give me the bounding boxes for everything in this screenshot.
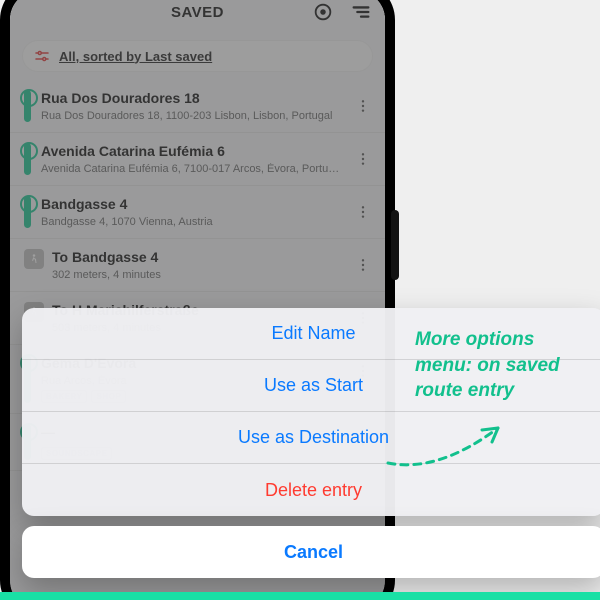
canvas: SAVED All, sorted by Last saved Rua Do <box>0 0 600 600</box>
footer-accent <box>0 592 600 600</box>
sheet-option[interactable]: Use as Destination <box>22 412 600 464</box>
cancel-button[interactable]: Cancel <box>22 526 600 578</box>
annotation-text: More options menu: on saved route entry <box>415 327 585 404</box>
sheet-option[interactable]: Delete entry <box>22 464 600 516</box>
phone-side-button <box>391 210 399 280</box>
